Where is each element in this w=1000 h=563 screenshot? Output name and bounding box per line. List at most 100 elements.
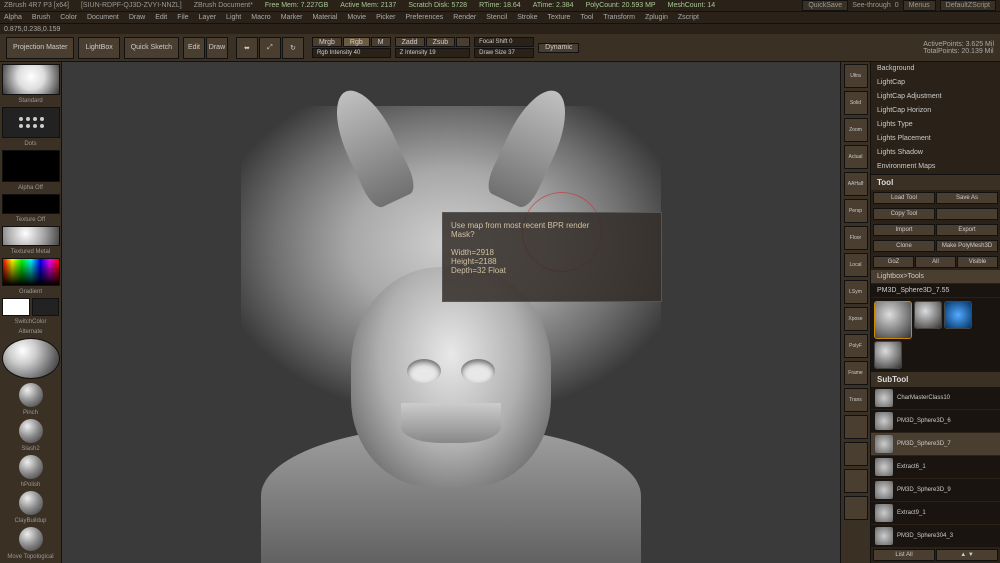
menu-document[interactable]: Document bbox=[87, 14, 119, 21]
dynamic-button[interactable]: Dynamic bbox=[538, 43, 579, 53]
clone-button[interactable]: Clone bbox=[873, 240, 935, 252]
menu-material[interactable]: Material bbox=[312, 14, 337, 21]
shelf-btn[interactable] bbox=[844, 442, 868, 466]
shelf-trans[interactable]: Trans bbox=[844, 388, 868, 412]
scale-button[interactable]: ⤢ bbox=[259, 37, 281, 59]
tool-thumb-2[interactable] bbox=[944, 301, 972, 329]
env-lights-shadow[interactable]: Lights Shadow bbox=[871, 146, 1000, 160]
shelf-polyf[interactable]: PolyF bbox=[844, 334, 868, 358]
env-background[interactable]: Background bbox=[871, 62, 1000, 76]
subtool-Extract6_1[interactable]: Extract6_1 bbox=[871, 456, 1000, 479]
shelf-ultra[interactable]: Ultra bbox=[844, 64, 868, 88]
lightbox-button[interactable]: LightBox bbox=[78, 37, 119, 59]
shelf-btn[interactable] bbox=[844, 496, 868, 520]
menu-stroke[interactable]: Stroke bbox=[517, 14, 537, 21]
env-lights-placement[interactable]: Lights Placement bbox=[871, 132, 1000, 146]
shelf-local[interactable]: Local bbox=[844, 253, 868, 277]
alpha-selector[interactable] bbox=[2, 150, 60, 181]
menu-texture[interactable]: Texture bbox=[547, 14, 570, 21]
quick-brush-move topological[interactable]: Move Topological bbox=[2, 527, 59, 561]
menu-macro[interactable]: Macro bbox=[251, 14, 270, 21]
projection-master-button[interactable]: Projection Master bbox=[6, 37, 74, 59]
zcut-button[interactable] bbox=[456, 37, 470, 47]
all-button[interactable]: All bbox=[915, 256, 956, 268]
menu-draw[interactable]: Draw bbox=[129, 14, 145, 21]
menu-render[interactable]: Render bbox=[453, 14, 476, 21]
shelf-zoom[interactable]: Zoom bbox=[844, 118, 868, 142]
shelf-actual[interactable]: Actual bbox=[844, 145, 868, 169]
goz-button[interactable]: GoZ bbox=[873, 256, 914, 268]
quick-sketch-button[interactable]: Quick Sketch bbox=[124, 37, 179, 59]
zsub-button[interactable]: Zsub bbox=[426, 37, 456, 47]
subtool-PM3D_Sphere3D_7[interactable]: PM3D_Sphere3D_7 bbox=[871, 433, 1000, 456]
quick-brush-pinch[interactable]: Pinch bbox=[2, 383, 59, 417]
menu-layer[interactable]: Layer bbox=[199, 14, 217, 21]
load-tool-button[interactable]: Load Tool bbox=[873, 192, 935, 204]
draw-mode-button[interactable]: Draw bbox=[206, 37, 228, 59]
subtool-PM3D_Sphere304_3[interactable]: PM3D_Sphere304_3 bbox=[871, 525, 1000, 547]
save-as-button[interactable]: Save As bbox=[936, 192, 998, 204]
menu-light[interactable]: Light bbox=[226, 14, 241, 21]
shelf-floor[interactable]: Floor bbox=[844, 226, 868, 250]
env-lights-type[interactable]: Lights Type bbox=[871, 118, 1000, 132]
shelf-persp[interactable]: Persp bbox=[844, 199, 868, 223]
make-polymesh3d-button[interactable]: Make PolyMesh3D bbox=[936, 240, 998, 252]
main-color-swatch[interactable] bbox=[2, 298, 30, 316]
switchcolor-button[interactable]: SwitchColor bbox=[2, 318, 59, 326]
material-selector[interactable] bbox=[2, 226, 60, 246]
alternate-button[interactable]: Alternate bbox=[2, 328, 59, 336]
list-all-button[interactable]: List All bbox=[873, 549, 935, 561]
menu-stencil[interactable]: Stencil bbox=[486, 14, 507, 21]
visible-button[interactable]: Visible bbox=[957, 256, 998, 268]
menu-picker[interactable]: Picker bbox=[376, 14, 395, 21]
brush-selector[interactable] bbox=[2, 64, 60, 95]
export-button[interactable]: Export bbox=[936, 224, 998, 236]
subtool-PM3D_Sphere3D_9[interactable]: PM3D_Sphere3D_9 bbox=[871, 479, 1000, 502]
move-button[interactable]: ⬌ bbox=[236, 37, 258, 59]
env-environment-maps[interactable]: Environment Maps bbox=[871, 160, 1000, 174]
subtool-Extract9_1[interactable]: Extract9_1 bbox=[871, 502, 1000, 525]
subtool-CharMasterClass10[interactable]: CharMasterClass10 bbox=[871, 387, 1000, 410]
rgb-intensity-slider[interactable]: Rgb Intensity 40 bbox=[312, 48, 391, 58]
subtool-header[interactable]: SubTool bbox=[871, 372, 1000, 387]
menu-file[interactable]: File bbox=[177, 14, 188, 21]
env-lightcap-horizon[interactable]: LightCap Horizon bbox=[871, 104, 1000, 118]
rgb-button[interactable]: Rgb bbox=[343, 37, 370, 47]
draw-size-slider[interactable]: Draw Size 37 bbox=[474, 48, 534, 58]
quick-brush-hpolish[interactable]: hPolish bbox=[2, 455, 59, 489]
rotate-button[interactable]: ↻ bbox=[282, 37, 304, 59]
subtool-arrows[interactable]: ▲ ▼ bbox=[936, 549, 998, 561]
zadd-button[interactable]: Zadd bbox=[395, 37, 425, 47]
env-lightcap-adjustment[interactable]: LightCap Adjustment bbox=[871, 90, 1000, 104]
stroke-selector[interactable] bbox=[2, 107, 60, 138]
shelf-frame[interactable]: Frame bbox=[844, 361, 868, 385]
lightbox-tools-button[interactable]: Lightbox>Tools bbox=[871, 270, 1000, 284]
menu-preferences[interactable]: Preferences bbox=[406, 14, 444, 21]
tool-thumb-main[interactable] bbox=[874, 301, 912, 339]
z-intensity-slider[interactable]: Z Intensity 19 bbox=[395, 48, 471, 58]
material-preview[interactable] bbox=[2, 338, 60, 379]
default-zscript-button[interactable]: DefaultZScript bbox=[940, 0, 996, 11]
menu-marker[interactable]: Marker bbox=[281, 14, 303, 21]
quick-brush-claybuildup[interactable]: ClayBuildup bbox=[2, 491, 59, 525]
mrgb-button[interactable]: Mrgb bbox=[312, 37, 342, 47]
menu-alpha[interactable]: Alpha bbox=[4, 14, 22, 21]
quick-brush-slash2[interactable]: Slash2 bbox=[2, 419, 59, 453]
quicksave-button[interactable]: QuickSave bbox=[802, 0, 848, 11]
menus-button[interactable]: Menus bbox=[903, 0, 936, 11]
menu-tool[interactable]: Tool bbox=[580, 14, 593, 21]
shelf-aahalf[interactable]: AAHalf bbox=[844, 172, 868, 196]
shelf-btn[interactable] bbox=[844, 415, 868, 439]
menu-brush[interactable]: Brush bbox=[32, 14, 50, 21]
shelf-lsym[interactable]: LSym bbox=[844, 280, 868, 304]
subtool-PM3D_Sphere3D_6[interactable]: PM3D_Sphere3D_6 bbox=[871, 410, 1000, 433]
copy-tool-button[interactable]: Copy Tool bbox=[873, 208, 935, 220]
menu-zscript[interactable]: Zscript bbox=[678, 14, 699, 21]
import-button[interactable]: Import bbox=[873, 224, 935, 236]
env-lightcap[interactable]: LightCap bbox=[871, 76, 1000, 90]
shelf-solid[interactable]: Solid bbox=[844, 91, 868, 115]
focal-shift-slider[interactable]: Focal Shift 0 bbox=[474, 37, 534, 47]
m-button[interactable]: M bbox=[371, 37, 391, 47]
color-picker[interactable] bbox=[2, 258, 60, 286]
shelf-xpose[interactable]: Xpose bbox=[844, 307, 868, 331]
